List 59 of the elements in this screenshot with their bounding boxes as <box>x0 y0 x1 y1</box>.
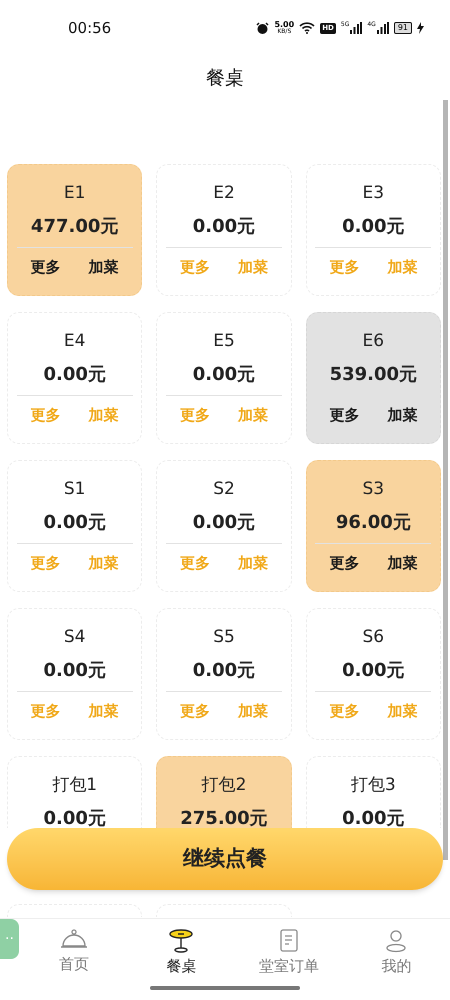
page-title: 餐桌 <box>206 66 244 91</box>
table-name: S4 <box>64 626 86 649</box>
table-amount: 0.00元 <box>43 511 106 535</box>
table-amount: 0.00元 <box>43 363 106 387</box>
table-amount: 477.00元 <box>30 215 118 239</box>
battery-level: 91 <box>394 22 412 34</box>
table-icon <box>168 929 194 953</box>
status-time: 00:56 <box>68 18 112 39</box>
table-name: E3 <box>362 182 384 205</box>
table-amount: 96.00元 <box>336 511 411 535</box>
table-amount: 0.00元 <box>43 659 106 683</box>
alarm-icon <box>256 22 270 34</box>
signal-icon <box>350 22 362 34</box>
table-name: E5 <box>213 330 235 353</box>
document-icon <box>278 929 299 953</box>
network-speed: 5.00 <box>274 21 294 29</box>
table-card[interactable]: 打包2 275.00元 <box>156 756 292 828</box>
table-name: S5 <box>213 626 235 649</box>
nav-tab[interactable]: 首页 <box>20 919 128 1000</box>
table-amount: 0.00元 <box>192 511 256 535</box>
table-card[interactable]: 打包1 0.00元 <box>7 756 142 828</box>
table-amount: 0.00元 <box>342 659 405 683</box>
table-name: S3 <box>362 478 384 501</box>
table-name: E1 <box>64 182 86 205</box>
table-card[interactable]: E1 477.00元 更多 加菜 <box>7 164 142 296</box>
continue-order-button[interactable]: 继续点餐 <box>7 828 443 890</box>
signal-icon <box>376 22 389 34</box>
table-name: S1 <box>64 478 86 501</box>
table-action[interactable]: 加菜 <box>387 552 418 574</box>
table-card[interactable]: S3 96.00元 更多 加菜 <box>306 460 441 592</box>
person-icon <box>384 929 408 953</box>
table-name: S2 <box>213 478 235 501</box>
table-amount: 539.00元 <box>330 363 418 387</box>
table-amount: 0.00元 <box>192 659 256 683</box>
table-name: 打包1 <box>52 774 98 797</box>
wifi-icon <box>299 22 316 34</box>
table-name: 打包2 <box>202 774 246 797</box>
table-amount: 0.00元 <box>342 807 405 831</box>
table-action[interactable]: 加菜 <box>387 404 418 426</box>
table-amount: 0.00元 <box>43 807 106 831</box>
nav-tab[interactable]: 我的 <box>342 919 450 1000</box>
table-name: S6 <box>362 626 384 649</box>
table-name: E2 <box>213 182 235 205</box>
table-amount: 0.00元 <box>192 215 256 239</box>
table-name: 打包3 <box>350 774 396 797</box>
nav-tab[interactable]: 餐桌 <box>128 919 235 1000</box>
table-name: E4 <box>64 330 86 353</box>
table-name: E6 <box>362 330 384 353</box>
table-amount: 275.00元 <box>180 807 268 831</box>
table-action[interactable]: 更多 <box>329 404 360 426</box>
table-amount: 0.00元 <box>342 215 405 239</box>
table-action[interactable]: 更多 <box>30 256 61 278</box>
table-action[interactable]: 更多 <box>329 552 360 574</box>
charging-icon <box>417 22 424 34</box>
table-card[interactable]: 打包3 0.00元 <box>306 756 441 828</box>
table-action[interactable]: 加菜 <box>88 256 119 278</box>
nav-tab[interactable]: 堂室订单 <box>235 919 342 1000</box>
table-amount: 0.00元 <box>192 363 256 387</box>
table-card[interactable]: E6 539.00元 更多 加菜 <box>306 312 441 444</box>
